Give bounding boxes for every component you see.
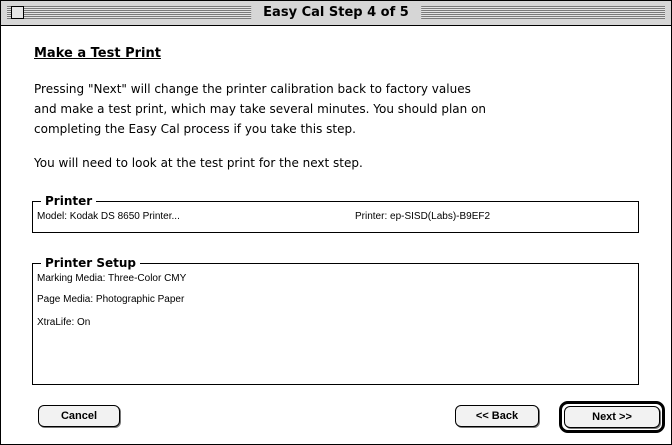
back-button[interactable]: << Back — [455, 405, 539, 427]
printer-model-text: Model: Kodak DS 8650 Printer... — [37, 211, 180, 222]
close-box-icon[interactable] — [11, 6, 24, 19]
paragraph-line-3: completing the Easy Cal process if you t… — [34, 122, 356, 136]
paragraph-line-2: and make a test print, which may take se… — [34, 102, 487, 116]
printer-setup-group: Printer Setup Marking Media: Three-Color… — [32, 255, 639, 385]
instructions-paragraph: Pressing "Next" will change the printer … — [34, 79, 654, 139]
title-bar[interactable]: Easy Cal Step 4 of 5 — [1, 1, 671, 26]
printer-group: Printer Model: Kodak DS 8650 Printer... … — [32, 193, 639, 233]
xtralife-text: XtraLife: On — [37, 317, 91, 328]
note-text: You will need to look at the test print … — [34, 156, 363, 170]
page-media-text: Page Media: Photographic Paper — [37, 294, 185, 305]
next-button[interactable]: Next >> — [564, 406, 660, 428]
printer-name-text: Printer: ep-SISD(Labs)-B9EF2 — [355, 211, 491, 222]
printer-group-label: Printer — [41, 193, 97, 209]
printer-setup-group-label: Printer Setup — [41, 255, 140, 271]
cancel-button[interactable]: Cancel — [38, 405, 120, 427]
window-title: Easy Cal Step 4 of 5 — [251, 4, 421, 21]
dialog-window: Easy Cal Step 4 of 5 Make a Test Print P… — [0, 0, 672, 445]
paragraph-line-1: Pressing "Next" will change the printer … — [34, 82, 471, 96]
marking-media-text: Marking Media: Three-Color CMY — [37, 273, 187, 284]
section-heading: Make a Test Print — [34, 46, 161, 61]
